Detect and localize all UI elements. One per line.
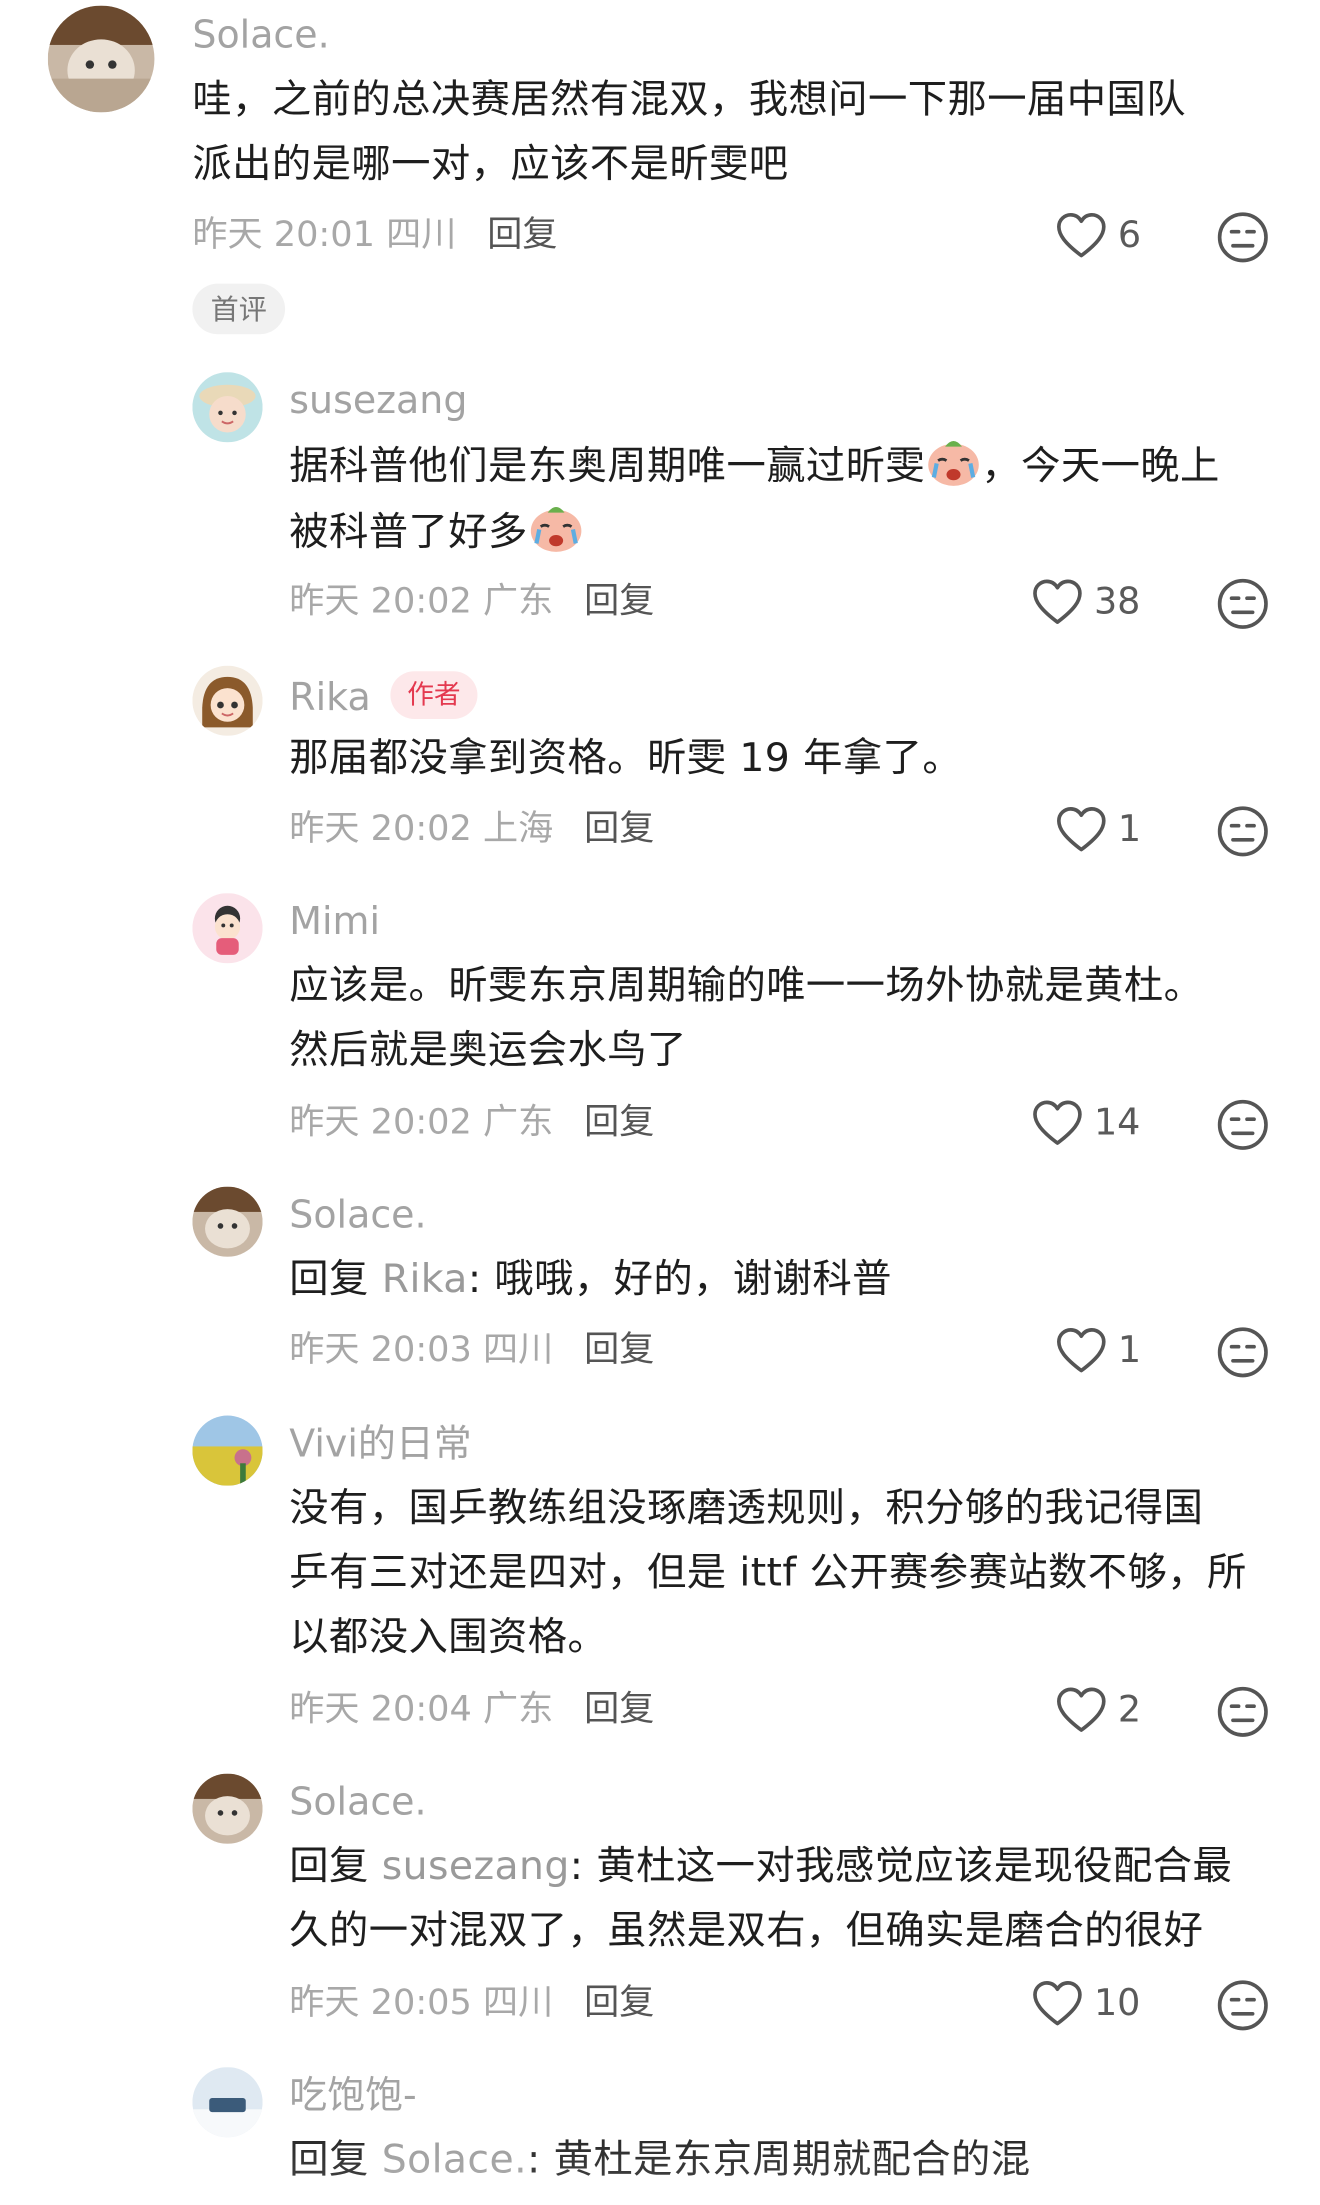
meh-face-icon[interactable] (1216, 1326, 1269, 1379)
avatar-child-hat[interactable] (192, 372, 263, 443)
comment-meta: 昨天 20:02 广东 回复 (289, 1104, 654, 1139)
username[interactable]: Solace. (289, 1783, 426, 1821)
crying-emoji-icon (925, 433, 981, 489)
like-count: 38 (1093, 581, 1141, 624)
comment-meta: 昨天 20:02 上海 回复 (289, 810, 654, 845)
like-count: 6 (1117, 214, 1142, 257)
comment-text: 回复 susezang: 黄杜这一对我感觉应该是现役配合最 久的一对混双了，虽然… (289, 1842, 1233, 1954)
avatar-cat[interactable] (192, 1186, 263, 1257)
like-count: 1 (1117, 1329, 1142, 1373)
like-button[interactable]: 6 (1056, 208, 1141, 264)
comment-text: 回复 Solace.: 黄杜是东京周期就配合的混 (289, 2135, 1031, 2183)
username[interactable]: susezang (289, 382, 467, 420)
avatar-cartoon-pink[interactable] (192, 893, 263, 964)
timestamp-location: 昨天 20:04 广东 (289, 1687, 554, 1729)
username[interactable]: Vivi的日常 (289, 1425, 471, 1463)
reply-button[interactable]: 回复 (584, 1328, 654, 1369)
avatar-cartoon-girl[interactable] (192, 665, 263, 736)
timestamp-location: 昨天 20:02 上海 (289, 807, 554, 849)
like-count: 1 (1117, 808, 1142, 852)
reply-button[interactable]: 回复 (487, 213, 557, 254)
avatar-snow-scene[interactable] (192, 2067, 263, 2138)
reply-button[interactable]: 回复 (584, 1981, 654, 2022)
comment-text: 应该是。昕雯东京周期输的唯一一场外协就是黄杜。 然后就是奥运会水鸟了 (289, 961, 1204, 1073)
comment-thread: Solace. 哇，之前的总决赛居然有混双，我想问一下那一届中国队 派出的是哪一… (0, 0, 1320, 2205)
mention-link[interactable]: susezang (382, 1842, 570, 1888)
comment-text: 据科普他们是东奥周期唯一赢过昕雯 ，今天一晚上 被科普了好多 (289, 433, 1220, 565)
username: Rika 作者 (289, 671, 478, 723)
like-button[interactable]: 10 (1032, 1976, 1140, 2032)
mention-link[interactable]: Rika (382, 1255, 468, 1301)
meh-face-icon[interactable] (1216, 1098, 1269, 1151)
heart-outline-icon (1057, 1687, 1106, 1732)
first-comment-badge: 首评 (192, 283, 286, 335)
like-button[interactable]: 1 (1056, 802, 1141, 858)
meh-face-icon[interactable] (1216, 1979, 1269, 2032)
heart-outline-icon (1057, 807, 1106, 852)
heart-outline-icon (1033, 1981, 1082, 2026)
like-button[interactable]: 2 (1056, 1682, 1141, 1738)
reply-button[interactable]: 回复 (584, 580, 654, 621)
heart-outline-icon (1033, 579, 1082, 624)
heart-outline-icon (1033, 1100, 1082, 1145)
comment-meta: 昨天 20:04 广东 回复 (289, 1691, 654, 1726)
author-badge: 作者 (390, 671, 478, 720)
username[interactable]: Solace. (192, 17, 329, 55)
reply-button[interactable]: 回复 (584, 1688, 654, 1729)
mention-link[interactable]: Solace. (382, 2136, 527, 2182)
timestamp-location: 昨天 20:03 四川 (289, 1328, 554, 1370)
timestamp-location: 昨天 20:02 广东 (289, 579, 554, 621)
heart-outline-icon (1057, 213, 1106, 258)
comment-text: 哇，之前的总决赛居然有混双，我想问一下那一届中国队 派出的是哪一对，应该不是昕雯… (192, 75, 1186, 187)
meh-face-icon[interactable] (1216, 577, 1269, 630)
username[interactable]: Solace. (289, 1196, 426, 1234)
crying-emoji-icon (528, 499, 584, 555)
meh-face-icon[interactable] (1216, 805, 1269, 858)
like-button[interactable]: 1 (1056, 1323, 1141, 1379)
reply-button[interactable]: 回复 (584, 1101, 654, 1142)
like-button[interactable]: 14 (1032, 1095, 1140, 1151)
meh-face-icon[interactable] (1216, 211, 1269, 264)
username[interactable]: Mimi (289, 903, 380, 941)
reply-button[interactable]: 回复 (584, 807, 654, 848)
avatar-cat[interactable] (47, 5, 155, 113)
timestamp-location: 昨天 20:01 四川 (192, 213, 457, 255)
meh-face-icon[interactable] (1216, 1685, 1269, 1738)
like-count: 2 (1117, 1689, 1142, 1732)
like-count: 10 (1093, 1982, 1141, 2026)
like-count: 14 (1093, 1102, 1141, 1145)
avatar-cat[interactable] (192, 1773, 263, 1844)
comment-meta: 昨天 20:03 四川 回复 (289, 1331, 654, 1366)
like-button[interactable]: 38 (1032, 574, 1140, 630)
timestamp-location: 昨天 20:02 广东 (289, 1100, 554, 1142)
comment-text: 那届都没拿到资格。昕雯 19 年拿了。 (289, 734, 963, 781)
timestamp-location: 昨天 20:05 四川 (289, 1981, 554, 2023)
avatar-flower-field[interactable] (192, 1415, 263, 1486)
heart-outline-icon (1057, 1328, 1106, 1373)
comment-meta: 昨天 20:05 四川 回复 (289, 1984, 654, 2019)
comment-meta: 昨天 20:02 广东 回复 (289, 583, 654, 618)
comment-text: 没有，国乒教练组没琢磨透规则，积分够的我记得国 乒有三对还是四对，但是 ittf… (289, 1484, 1247, 1660)
comment-meta: 昨天 20:01 四川 回复 (192, 216, 557, 251)
comment-text: 回复 Rika: 哦哦，好的，谢谢科普 (289, 1255, 892, 1302)
username[interactable]: 吃饱饱- (289, 2077, 416, 2115)
